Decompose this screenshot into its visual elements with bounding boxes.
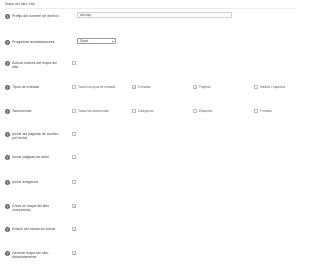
help-circle-icon[interactable]: ? <box>5 132 10 137</box>
chevron-down-icon <box>111 40 114 42</box>
setting-label: Crear un mapa del sitio comprimido <box>12 204 50 213</box>
help-circle-icon[interactable]: ? <box>5 180 10 185</box>
taxonomy-categories-checkbox[interactable] <box>132 108 136 113</box>
setting-label: Enlace del robots.txt virtual <box>12 227 56 231</box>
setting-label: Programar actualizaciones <box>12 40 55 44</box>
taxonomy-tags-label: Etiquetas <box>199 108 213 113</box>
page-title: Mapa del sitio XML <box>5 2 36 6</box>
help-circle-icon[interactable]: ? <box>5 227 10 232</box>
date-archives-checkbox[interactable] <box>72 131 76 136</box>
compressed-checkbox[interactable]: ✓ <box>72 203 76 208</box>
taxonomy-all-checkbox[interactable] <box>72 108 76 113</box>
post-type-pages-label: Páginas <box>199 84 211 89</box>
file-prefix-input[interactable] <box>77 12 232 18</box>
title-divider <box>5 8 295 9</box>
setting-label: Incluir páginas de autor <box>12 155 50 159</box>
schedule-select-value: Diario <box>80 39 89 43</box>
taxonomy-all-label: Todas las taxonomías <box>78 108 109 113</box>
help-circle-icon[interactable]: ? <box>5 251 10 256</box>
taxonomy-tags-checkbox[interactable] <box>193 108 197 113</box>
post-type-media-label: Medios / Adjuntos <box>260 84 286 89</box>
dynamic-checkbox[interactable]: ✓ <box>72 250 76 255</box>
post-type-posts-checkbox[interactable]: ✓ <box>132 84 136 89</box>
post-type-pages-checkbox[interactable]: ✓ <box>193 84 197 89</box>
help-circle-icon[interactable]: ? <box>5 204 10 209</box>
images-checkbox[interactable] <box>72 179 76 184</box>
help-circle-icon[interactable]: ? <box>5 61 10 66</box>
setting-label: Incluir las páginas de archivo por fecha <box>12 132 59 141</box>
help-circle-icon[interactable]: ? <box>5 155 10 160</box>
help-circle-icon[interactable]: ? <box>5 85 10 90</box>
post-type-all-label: Todos los tipos de entrada <box>78 84 116 89</box>
setting-label: Tipos de entrada <box>12 85 39 89</box>
help-circle-icon[interactable]: ? <box>5 109 10 114</box>
taxonomy-format-label: Formato <box>260 108 272 113</box>
schedule-select[interactable]: Diario <box>77 38 116 44</box>
setting-label: Taxonomías <box>12 109 32 113</box>
taxonomy-categories-label: Categorías <box>138 108 154 113</box>
setting-label: Generar mapa del sitio dinámicamente <box>12 251 49 260</box>
include-noindex-checkbox[interactable] <box>72 60 76 65</box>
post-type-posts-label: Entradas <box>138 84 151 89</box>
setting-label: Activar índices del mapa del sitio <box>12 61 57 70</box>
help-circle-icon[interactable]: ? <box>5 14 10 19</box>
setting-label: Prefijo del nombre de archivo <box>12 14 59 18</box>
post-type-media-checkbox[interactable] <box>254 84 258 89</box>
post-type-all-checkbox[interactable] <box>72 84 76 89</box>
author-pages-checkbox[interactable] <box>72 154 76 159</box>
taxonomy-format-checkbox[interactable] <box>254 108 258 113</box>
help-circle-icon[interactable]: ? <box>5 40 10 45</box>
robots-checkbox[interactable]: ✓ <box>72 226 76 231</box>
setting-label: Incluir imágenes <box>12 180 39 184</box>
